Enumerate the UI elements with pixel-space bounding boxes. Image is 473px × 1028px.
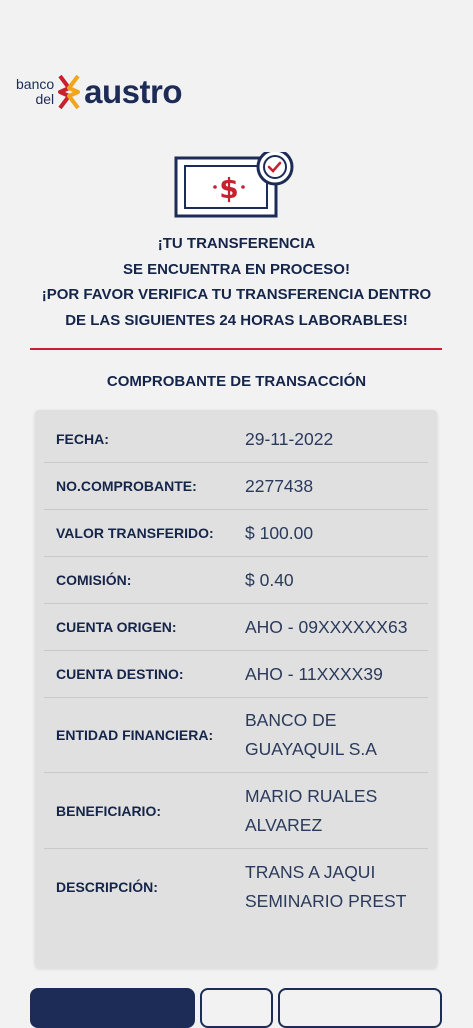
receipt-value-line: $ 0.40 bbox=[245, 569, 294, 590]
receipt-row: BENEFICIARIO: MARIO RUALES ALVAREZ bbox=[44, 773, 428, 849]
receipt-value-line: 29-11-2022 bbox=[245, 428, 334, 449]
receipt-value: 2277438 bbox=[245, 472, 428, 501]
headline-line-2: SE ENCUENTRA EN PROCESO! bbox=[123, 260, 350, 278]
receipt-value: AHO - 09XXXXXX63 bbox=[245, 613, 428, 642]
headline-line-3: ¡POR FAVOR VERIFICA TU TRANSFERENCIA DEN… bbox=[41, 286, 432, 303]
primary-action-button[interactable] bbox=[30, 988, 195, 1028]
receipt-label: CUENTA DESTINO: bbox=[56, 666, 184, 682]
receipt-row: VALOR TRANSFERIDO: $ 100.00 bbox=[44, 510, 428, 557]
money-bill-clock-icon: $ bbox=[174, 152, 294, 218]
headline-line-1: ¡TU TRANSFERENCIA bbox=[157, 235, 316, 252]
receipt-label: FECHA: bbox=[56, 431, 109, 447]
tertiary-action-button[interactable] bbox=[278, 988, 442, 1028]
receipt-value-line: ALVAREZ bbox=[245, 814, 323, 835]
receipt-value-line: TRANS A JAQUI bbox=[245, 861, 376, 882]
receipt-value-line: BANCO DE bbox=[245, 710, 337, 730]
receipt-label: NO.COMPROBANTE: bbox=[56, 478, 197, 494]
receipt-value: $ 0.40 bbox=[245, 566, 428, 595]
logo-small-line1: banco bbox=[16, 76, 55, 92]
receipt-value-line: $ 100.00 bbox=[245, 522, 314, 543]
receipt-label: COMISIÓN: bbox=[56, 572, 132, 588]
bank-logo: banco del austro bbox=[16, 72, 183, 112]
receipt-value-line: SEMINARIO PREST bbox=[245, 890, 407, 911]
red-divider bbox=[30, 348, 442, 350]
receipt-row: COMISIÓN: $ 0.40 bbox=[44, 557, 428, 604]
receipt-row: ENTIDAD FINANCIERA: BANCO DE GUAYAQUIL S… bbox=[44, 698, 428, 773]
receipt-row: NO.COMPROBANTE: 2277438 bbox=[44, 463, 428, 510]
receipt-value: MARIO RUALES ALVAREZ bbox=[245, 782, 428, 840]
receipt-value-line: AHO - 11XXXX39 bbox=[245, 663, 383, 684]
receipt-value: $ 100.00 bbox=[245, 519, 428, 548]
receipt-card: FECHA: 29-11-2022 NO.COMPROBANTE: 227743… bbox=[35, 410, 437, 968]
receipt-value-line: AHO - 09XXXXXX63 bbox=[245, 616, 408, 637]
receipt-value: TRANS A JAQUI SEMINARIO PREST bbox=[245, 858, 428, 916]
logo-name: austro bbox=[84, 73, 183, 110]
receipt-value-line: GUAYAQUIL S.A bbox=[245, 739, 377, 759]
receipt-value: 29-11-2022 bbox=[245, 425, 428, 454]
receipt-value: BANCO DE GUAYAQUIL S.A bbox=[245, 706, 428, 764]
svg-text:$: $ bbox=[219, 172, 238, 205]
logo-small-line2: del bbox=[35, 91, 55, 107]
receipt-label: BENEFICIARIO: bbox=[56, 802, 161, 819]
receipt-label: CUENTA ORIGEN: bbox=[56, 619, 177, 635]
section-title: COMPROBANTE DE TRANSACCIÓN bbox=[106, 373, 367, 390]
bottom-action-bar bbox=[0, 988, 473, 1028]
headline-line-4: DE LAS SIGUIENTES 24 HORAS LABORABLES! bbox=[65, 311, 408, 329]
receipt-row: FECHA: 29-11-2022 bbox=[44, 416, 428, 463]
receipt-label: ENTIDAD FINANCIERA: bbox=[56, 727, 214, 743]
receipt-row: CUENTA ORIGEN: AHO - 09XXXXXX63 bbox=[44, 604, 428, 651]
bank-logo-icon bbox=[58, 75, 81, 109]
receipt-row: DESCRIPCIÓN: TRANS A JAQUI SEMINARIO PRE… bbox=[44, 849, 428, 924]
logo-small-text: banco del bbox=[16, 77, 54, 107]
secondary-action-button[interactable] bbox=[200, 988, 273, 1028]
receipt-value-line: 2277438 bbox=[245, 475, 314, 496]
receipt-label: DESCRIPCIÓN: bbox=[56, 878, 158, 895]
receipt-label: VALOR TRANSFERIDO: bbox=[56, 525, 214, 541]
transfer-status-message: ¡TU TRANSFERENCIA SE ENCUENTRA EN PROCES… bbox=[0, 231, 473, 333]
receipt-value: AHO - 11XXXX39 bbox=[245, 660, 428, 689]
receipt-value-line: MARIO RUALES bbox=[245, 785, 378, 806]
receipt-row: CUENTA DESTINO: AHO - 11XXXX39 bbox=[44, 651, 428, 698]
